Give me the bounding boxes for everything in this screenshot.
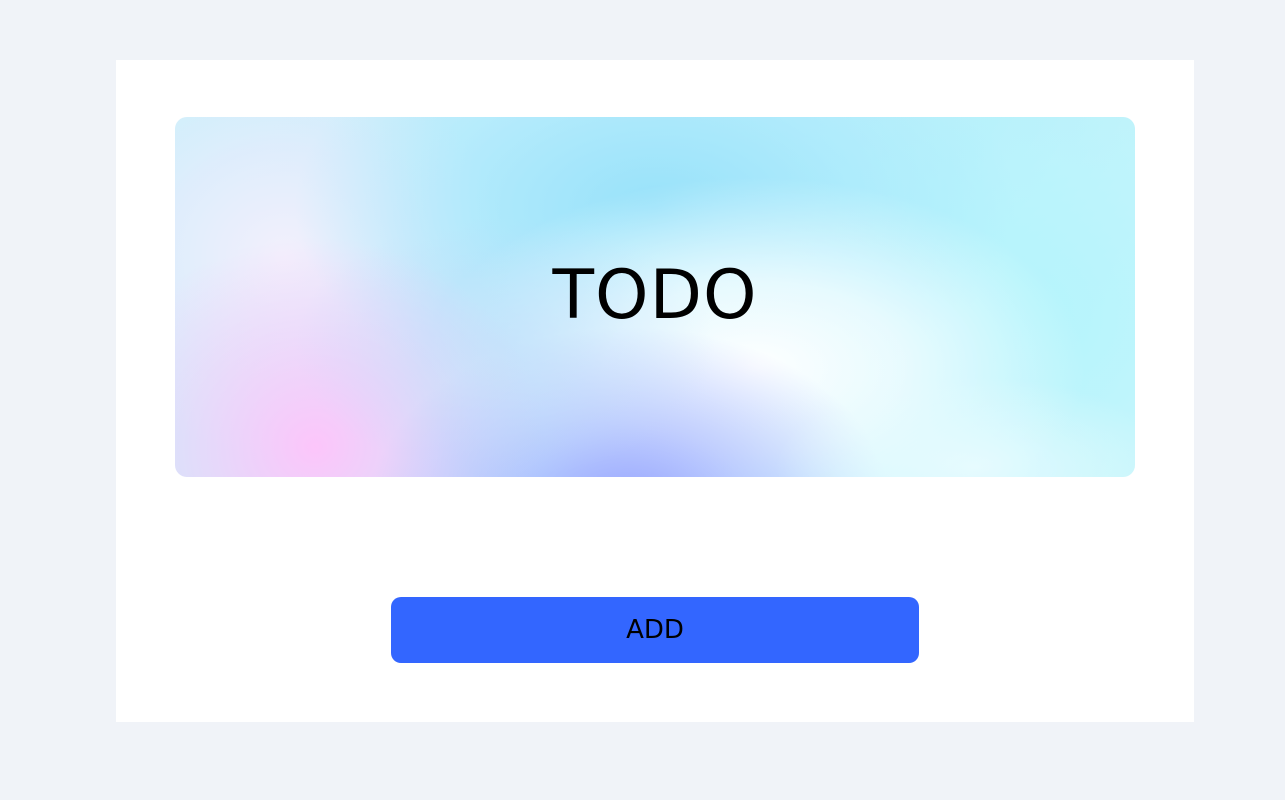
hero-banner: TODO	[175, 117, 1135, 477]
todo-card: TODO ADD	[116, 60, 1194, 722]
page-title: TODO	[552, 255, 758, 335]
add-button[interactable]: ADD	[391, 597, 919, 663]
